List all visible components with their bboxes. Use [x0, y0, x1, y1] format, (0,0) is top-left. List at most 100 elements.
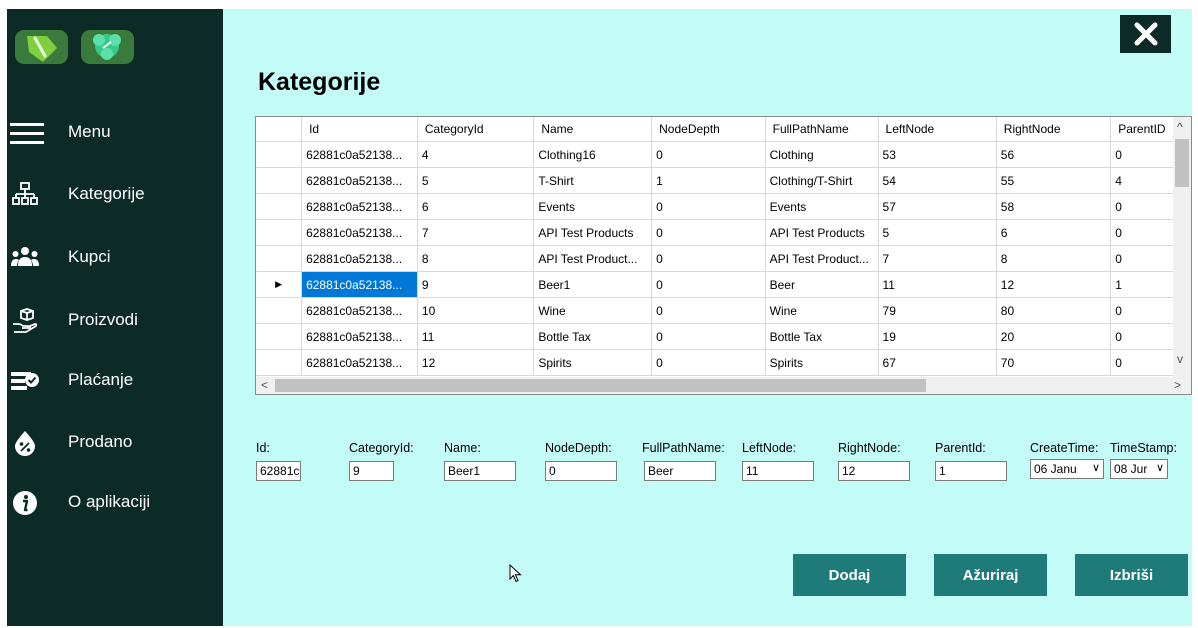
column-header[interactable]: Name: [533, 117, 653, 142]
id-field[interactable]: 62881c0a52: [256, 461, 301, 481]
table-cell[interactable]: 7: [417, 219, 535, 246]
table-cell[interactable]: 62881c0a52138...: [301, 141, 418, 168]
column-header[interactable]: Id: [301, 117, 418, 142]
table-row[interactable]: 62881c0a52138... 7 API Test Products 0 API T…: [256, 219, 1191, 246]
sidebar-item-prodano[interactable]: Prodano: [7, 423, 223, 463]
table-cell[interactable]: 5: [417, 167, 535, 194]
table-cell[interactable]: 80: [996, 297, 1112, 324]
scroll-down-icon[interactable]: v: [1177, 353, 1183, 365]
categories-data-grid[interactable]: Id CategoryId Name NodeDepth FullPathName Lef…: [255, 116, 1192, 395]
scroll-right-icon[interactable]: >: [1174, 379, 1181, 391]
table-cell[interactable]: 10: [417, 297, 535, 324]
delete-button[interactable]: Izbriši: [1075, 554, 1188, 596]
chevron-down-icon[interactable]: ∨: [1156, 461, 1164, 474]
column-header[interactable]: FullPathName: [765, 117, 879, 142]
table-cell[interactable]: Spirits: [533, 349, 653, 376]
table-cell[interactable]: 58: [996, 193, 1112, 220]
table-cell[interactable]: 9: [417, 271, 535, 298]
add-button[interactable]: Dodaj: [793, 554, 906, 596]
table-cell[interactable]: 12: [417, 349, 535, 376]
update-button[interactable]: Ažuriraj: [934, 554, 1047, 596]
row-header[interactable]: [256, 219, 303, 246]
table-cell[interactable]: Events: [765, 193, 879, 220]
table-row[interactable]: 62881c0a52138... 12 Spirits 0 Spirits 67 70 0: [256, 349, 1191, 376]
table-cell[interactable]: 62881c0a52138...: [301, 323, 418, 350]
horizontal-scrollbar[interactable]: < >: [256, 377, 1191, 394]
vertical-scroll-thumb[interactable]: [1175, 139, 1189, 187]
vertical-scrollbar[interactable]: ^ v: [1173, 117, 1191, 377]
sidebar-item-menu[interactable]: Menu: [7, 113, 223, 153]
table-cell[interactable]: 7: [878, 245, 997, 272]
table-cell[interactable]: 20: [996, 323, 1112, 350]
row-header[interactable]: [256, 323, 303, 350]
table-cell[interactable]: 12: [996, 271, 1112, 298]
sidebar-item-proizvodi[interactable]: Proizvodi: [7, 301, 223, 341]
table-cell[interactable]: 19: [878, 323, 997, 350]
table-row[interactable]: 62881c0a52138... 8 API Test Product... 0 API…: [256, 245, 1191, 272]
table-cell[interactable]: 6: [996, 219, 1112, 246]
table-cell[interactable]: 0: [651, 141, 766, 168]
table-cell[interactable]: Events: [533, 193, 653, 220]
table-row[interactable]: 62881c0a52138... 5 T-Shirt 1 Clothing/T-Shir…: [256, 167, 1191, 194]
table-cell[interactable]: 53: [878, 141, 997, 168]
row-header[interactable]: [256, 167, 303, 194]
table-cell[interactable]: API Test Products: [533, 219, 653, 246]
column-header[interactable]: LeftNode: [878, 117, 997, 142]
table-cell[interactable]: 8: [417, 245, 535, 272]
table-cell[interactable]: 0: [651, 323, 766, 350]
table-cell[interactable]: 0: [651, 349, 766, 376]
full-path-name-field[interactable]: Beer: [644, 461, 716, 481]
create-time-picker[interactable]: 06 Janu ∨: [1030, 459, 1104, 479]
table-row[interactable]: ▶ 62881c0a52138... 9 Beer1 0 Beer 11 12 1: [256, 271, 1191, 298]
table-cell[interactable]: Bottle Tax: [765, 323, 879, 350]
table-row[interactable]: 62881c0a52138... 4 Clothing16 0 Clothing 53 56…: [256, 141, 1191, 168]
table-cell[interactable]: 0: [651, 193, 766, 220]
scroll-left-icon[interactable]: <: [261, 379, 268, 391]
sidebar-item-o-aplikaciji[interactable]: O aplikaciji: [7, 483, 223, 523]
table-cell[interactable]: 62881c0a52138...: [301, 167, 418, 194]
table-cell[interactable]: 6: [417, 193, 535, 220]
table-cell[interactable]: 56: [996, 141, 1112, 168]
table-cell[interactable]: Spirits: [765, 349, 879, 376]
table-cell[interactable]: Beer: [765, 271, 879, 298]
table-cell[interactable]: 0: [651, 245, 766, 272]
table-cell[interactable]: Bottle Tax: [533, 323, 653, 350]
table-cell[interactable]: Wine: [533, 297, 653, 324]
sidebar-item-kupci[interactable]: Kupci: [7, 238, 223, 278]
horizontal-scroll-thumb[interactable]: [275, 379, 926, 392]
category-id-field[interactable]: 9: [349, 461, 394, 481]
table-cell[interactable]: 0: [651, 271, 766, 298]
name-field[interactable]: Beer1: [444, 461, 516, 481]
table-cell[interactable]: 0: [651, 219, 766, 246]
table-cell[interactable]: 55: [996, 167, 1112, 194]
table-cell[interactable]: 62881c0a52138...: [301, 271, 418, 298]
sidebar-item-placanje[interactable]: Plaćanje: [7, 361, 223, 401]
table-cell[interactable]: Clothing/T-Shirt: [765, 167, 879, 194]
row-header[interactable]: [256, 349, 303, 376]
table-cell[interactable]: 62881c0a52138...: [301, 193, 418, 220]
scroll-up-icon[interactable]: ^: [1177, 121, 1183, 133]
row-selected-indicator[interactable]: ▶: [256, 271, 303, 298]
left-node-field[interactable]: 11: [742, 461, 814, 481]
table-row[interactable]: 62881c0a52138... 11 Bottle Tax 0 Bottle Tax 1…: [256, 323, 1191, 350]
parent-id-field[interactable]: 1: [935, 461, 1007, 481]
table-cell[interactable]: 54: [878, 167, 997, 194]
table-cell[interactable]: 57: [878, 193, 997, 220]
table-cell[interactable]: 0: [651, 297, 766, 324]
row-header[interactable]: [256, 193, 303, 220]
table-cell[interactable]: 79: [878, 297, 997, 324]
table-cell[interactable]: 70: [996, 349, 1112, 376]
column-header[interactable]: CategoryId: [417, 117, 535, 142]
column-header[interactable]: RightNode: [996, 117, 1112, 142]
table-cell[interactable]: API Test Products: [765, 219, 879, 246]
chevron-down-icon[interactable]: ∨: [1092, 461, 1100, 474]
table-cell[interactable]: 62881c0a52138...: [301, 219, 418, 246]
row-header[interactable]: [256, 245, 303, 272]
node-depth-field[interactable]: 0: [545, 461, 617, 481]
table-cell[interactable]: Wine: [765, 297, 879, 324]
table-cell[interactable]: T-Shirt: [533, 167, 653, 194]
row-header[interactable]: [256, 297, 303, 324]
table-cell[interactable]: 62881c0a52138...: [301, 349, 418, 376]
column-header[interactable]: NodeDepth: [651, 117, 766, 142]
sidebar-item-kategorije[interactable]: Kategorije: [7, 175, 223, 215]
